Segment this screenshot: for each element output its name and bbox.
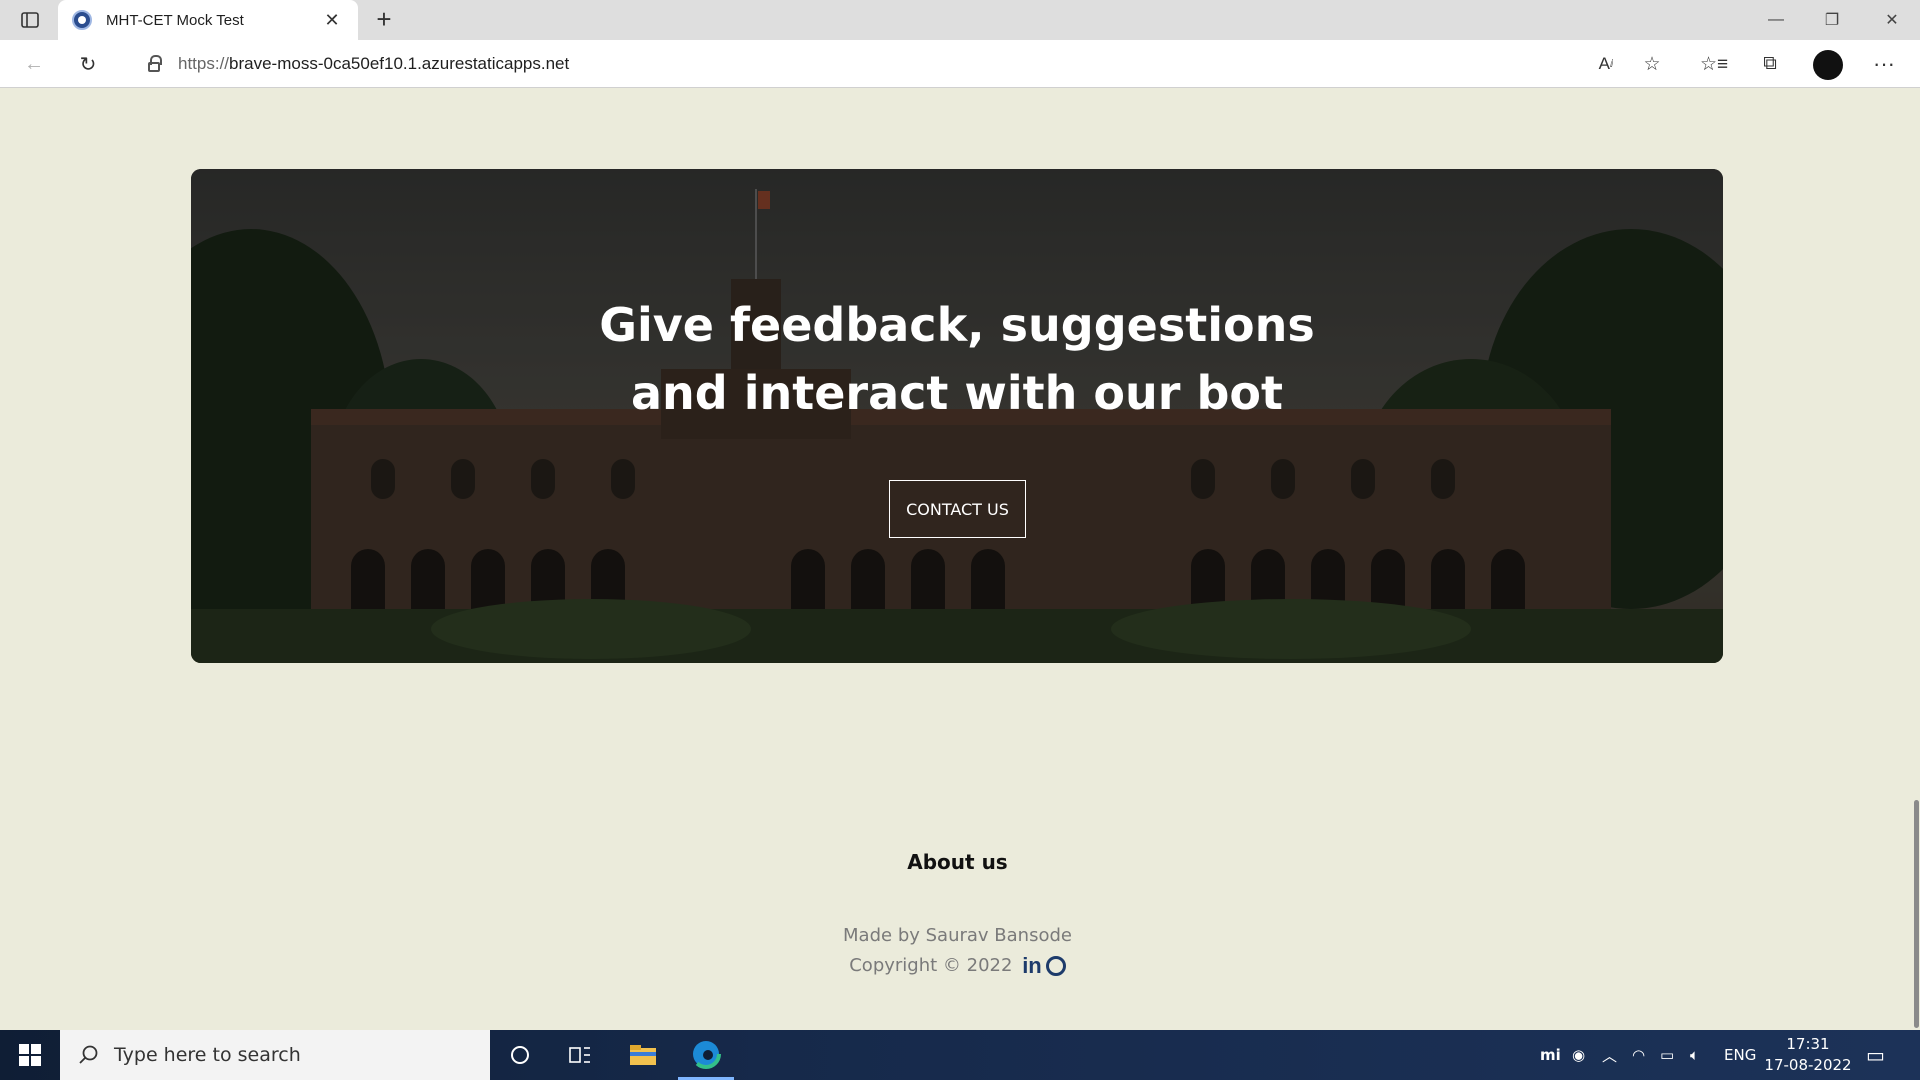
tab-actions-icon[interactable] (14, 8, 46, 32)
language-indicator[interactable]: ENG (1724, 1030, 1756, 1080)
sync-icon[interactable]: ◉ (1572, 1030, 1585, 1080)
search-placeholder: Type here to search (114, 1044, 301, 1066)
url-text[interactable]: https://brave-moss-0ca50ef10.1.azurestat… (178, 54, 569, 74)
task-view-icon[interactable] (552, 1030, 608, 1080)
hero-banner: Give feedback, suggestions and interact … (191, 169, 1723, 663)
volume-icon[interactable]: 🔈︎ (1690, 1030, 1699, 1080)
browser-tab[interactable]: MHT-CET Mock Test ✕ (58, 0, 358, 40)
windows-logo-icon (19, 1044, 41, 1066)
address-field[interactable]: https://brave-moss-0ca50ef10.1.azurestat… (124, 46, 1684, 82)
copyright-text: Copyright © 2022 (849, 955, 1013, 976)
site-favicon-icon (72, 10, 92, 30)
clock-date: 17-08-2022 (1764, 1056, 1852, 1074)
cortana-icon[interactable] (492, 1030, 548, 1080)
linkedin-icon[interactable]: in (1022, 953, 1042, 979)
hero-heading-line2: and interact with our bot (630, 366, 1284, 420)
taskbar-search[interactable]: Type here to search (60, 1030, 490, 1080)
github-icon[interactable] (1045, 956, 1066, 976)
clock-time: 17:31 (1786, 1035, 1830, 1053)
copyright-row: Copyright © 2022 in (0, 953, 1915, 979)
start-button[interactable] (0, 1030, 60, 1080)
search-icon (79, 1045, 98, 1064)
favorites-icon[interactable]: ☆≡ (1696, 48, 1732, 80)
social-links: in (1022, 953, 1066, 979)
restore-icon[interactable]: ❐ (1804, 0, 1860, 40)
profile-avatar[interactable] (1813, 50, 1843, 80)
tab-title: MHT-CET Mock Test (106, 11, 244, 29)
chevron-up-icon[interactable]: ︿ (1602, 1030, 1617, 1080)
collections-icon[interactable]: ⧉ (1752, 48, 1788, 80)
notifications-icon[interactable]: ▭ (1866, 1030, 1885, 1080)
taskbar-clock[interactable]: 17:31 17-08-2022 (1760, 1034, 1856, 1076)
hero-heading: Give feedback, suggestions and interact … (191, 291, 1723, 427)
minimize-icon[interactable]: — (1748, 0, 1804, 40)
hero-heading-line1: Give feedback, suggestions (599, 298, 1315, 352)
refresh-icon[interactable]: ↻ (72, 48, 104, 80)
file-explorer-icon[interactable] (615, 1030, 671, 1080)
new-tab-button[interactable]: + (368, 4, 400, 36)
battery-icon[interactable]: ▭ (1660, 1030, 1674, 1080)
tab-close-icon[interactable]: ✕ (320, 10, 344, 31)
made-by-text: Made by Saurav Bansode (843, 925, 1072, 946)
more-menu-icon[interactable]: ··· (1866, 48, 1902, 80)
wifi-icon[interactable]: ◠ (1632, 1030, 1645, 1080)
address-toolbar: ← ↻ https://brave-moss-0ca50ef10.1.azure… (0, 40, 1920, 88)
about-us-heading: About us (907, 850, 1008, 874)
windows-taskbar: Type here to search mi ◉ ︿ ◠ ▭ 🔈︎ ENG 17… (0, 1030, 1920, 1080)
add-favorite-icon[interactable]: ☆ (1634, 48, 1670, 80)
lock-icon (148, 55, 162, 72)
edge-browser-icon[interactable] (678, 1030, 734, 1080)
scrollbar-thumb[interactable] (1914, 800, 1919, 1028)
close-window-icon[interactable]: ✕ (1864, 0, 1920, 40)
contact-us-button[interactable]: CONTACT US (889, 480, 1026, 538)
back-arrow-icon[interactable]: ← (18, 48, 50, 80)
browser-tab-bar: MHT-CET Mock Test ✕ + — ❐ ✕ (0, 0, 1920, 40)
page-scrollbar[interactable] (1912, 88, 1920, 1030)
mi-icon[interactable]: mi (1540, 1030, 1561, 1080)
read-aloud-icon[interactable]: Aⅈ (1588, 48, 1624, 80)
